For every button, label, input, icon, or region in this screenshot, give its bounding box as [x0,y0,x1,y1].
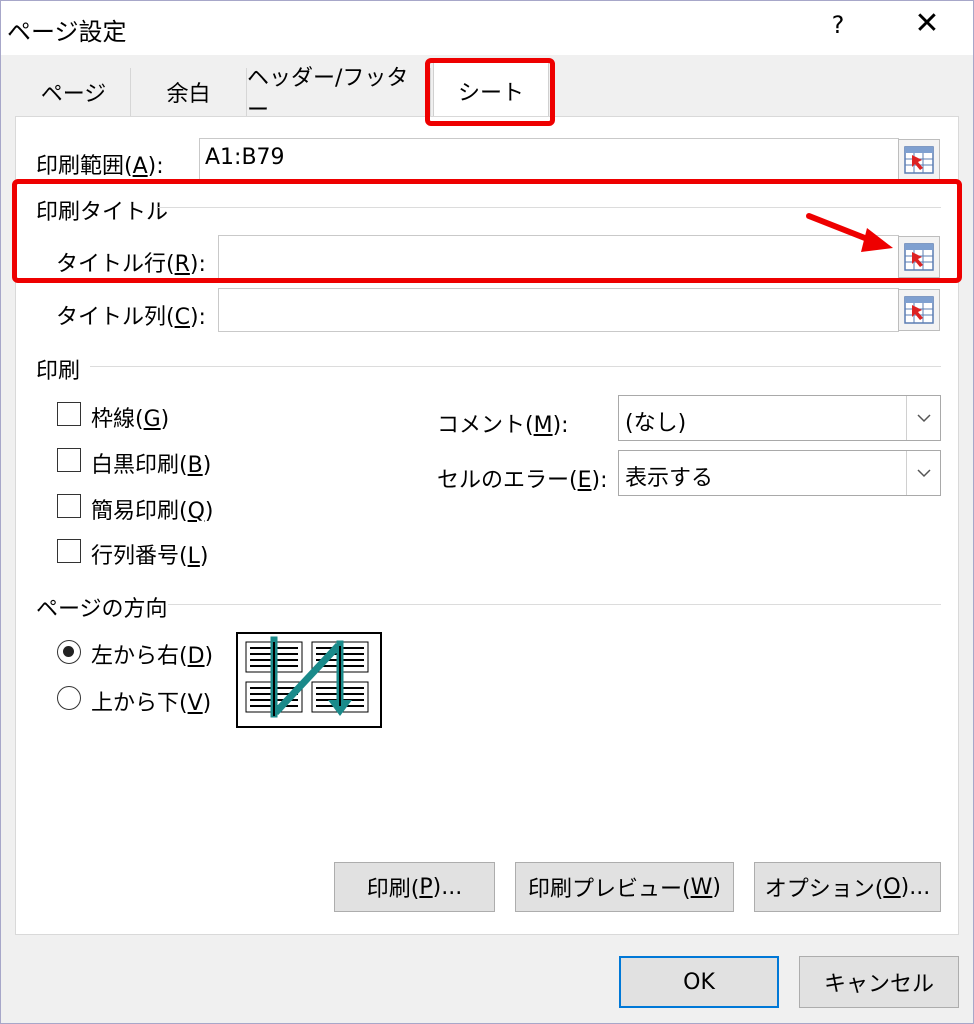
print-preview-button[interactable]: 印刷プレビュー(W) [515,862,734,912]
tab-sheet-label: シート [457,80,524,106]
chevron-down-icon [906,451,940,495]
cell-errors-label: セルのエラー(E): [437,468,608,493]
tab-page-label: ページ [40,82,107,107]
window-title: ページ設定 [7,18,127,46]
row-column-headings-label: 行列番号(L) [91,544,209,569]
title-rows-ref-button[interactable] [898,236,940,278]
tab-header-footer[interactable]: ヘッダー/フッター [247,66,431,123]
black-and-white-label: 白黒印刷(B) [91,453,212,478]
cell-errors-value: 表示する [625,466,714,491]
cell-errors-select[interactable]: 表示する [618,450,941,496]
black-and-white-checkbox[interactable] [57,448,81,472]
cancel-button[interactable]: キャンセル [799,956,959,1008]
page-setup-dialog: ページ設定 ? ✕ ページ 余白 ヘッダー/フッター シート 印刷範囲(A): … [0,0,974,1024]
collapse-dialog-icon [904,243,934,271]
title-bar: ページ設定 ? ✕ [1,1,973,55]
left-to-right-radio[interactable] [57,640,81,664]
comments-select[interactable]: (なし) [618,395,941,441]
print-area-ref-button[interactable] [898,139,940,181]
tab-margins-label: 余白 [166,82,211,107]
title-columns-input[interactable] [218,288,899,332]
title-rows-input[interactable] [218,235,899,279]
title-columns-ref-button[interactable] [898,289,940,331]
title-columns-label: タイトル列(C): [56,305,206,330]
collapse-dialog-icon [904,146,934,174]
page-order-icon [236,632,382,728]
print-section-label: 印刷 [36,359,81,384]
top-to-bottom-radio[interactable] [57,686,81,710]
print-button[interactable]: 印刷(P)... [334,862,495,912]
comments-label: コメント(M): [437,413,569,438]
title-rows-label: タイトル行(R): [56,252,206,277]
options-button[interactable]: オプション(O)... [754,862,941,912]
collapse-dialog-icon [904,296,934,324]
print-section-divider [90,366,941,367]
help-button[interactable]: ? [827,11,849,39]
red-arrow-icon [806,213,893,252]
tab-header-footer-label: ヘッダー/フッター [247,66,409,123]
tab-page[interactable]: ページ [17,68,131,116]
page-order-divider [168,604,941,605]
gridlines-label: 枠線(G) [91,407,170,432]
left-to-right-label: 左から右(D) [91,644,214,669]
draft-quality-label: 簡易印刷(Q) [91,499,214,524]
comments-value: (なし) [625,411,687,436]
print-area-input[interactable]: A1:B79 [199,138,899,182]
tab-sheet[interactable]: シート [433,62,549,118]
draft-quality-checkbox[interactable] [57,494,81,518]
row-column-headings-checkbox[interactable] [57,539,81,563]
close-button[interactable]: ✕ [909,9,945,39]
chevron-down-icon [906,396,940,440]
tab-margins[interactable]: 余白 [131,68,247,116]
print-area-label: 印刷範囲(A): [36,154,164,179]
print-titles-section-label: 印刷タイトル [36,200,169,225]
gridlines-checkbox[interactable] [57,402,81,426]
ok-button[interactable]: OK [619,956,779,1008]
top-to-bottom-label: 上から下(V) [91,691,212,716]
page-order-section-label: ページの方向 [36,597,168,622]
